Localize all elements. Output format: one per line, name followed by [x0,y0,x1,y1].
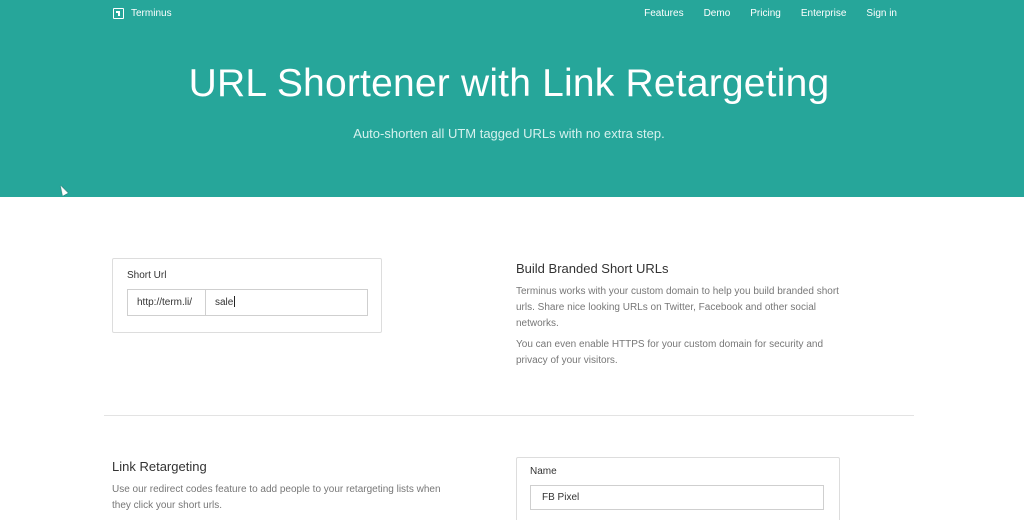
brand-logo[interactable]: Terminus [113,8,172,19]
text-caret [234,296,236,307]
terminus-logo-icon [113,8,124,19]
hero-title: URL Shortener with Link Retargeting [188,62,830,105]
top-nav: Terminus Features Demo Pricing Enterpris… [0,0,1024,28]
nav-links: Features Demo Pricing Enterprise Sign in [624,8,897,19]
pixel-name-label: Name [530,466,557,477]
short-url-input-group: http://term.li/ sale [127,289,368,316]
nav-link-demo[interactable]: Demo [704,8,731,19]
short-url-input-value: sale [215,297,234,308]
link-retargeting-title: Link Retargeting [112,459,207,474]
branded-urls-paragraph-2: You can even enable HTTPS for your custo… [516,339,824,366]
section-divider [104,415,914,416]
short-url-input[interactable]: sale [206,290,367,315]
short-url-prefix: http://term.li/ [128,290,206,315]
brand-name: Terminus [131,8,172,19]
branded-urls-title: Build Branded Short URLs [516,261,669,276]
hero-subtitle: Auto-shorten all UTM tagged URLs with no… [353,126,665,141]
short-url-label: Short Url [127,270,167,281]
nav-link-features[interactable]: Features [644,8,683,19]
branded-urls-paragraph-1: Terminus works with your custom domain t… [516,286,839,329]
link-retargeting-paragraph: Use our redirect codes feature to add pe… [112,484,441,511]
hero-banner: Terminus Features Demo Pricing Enterpris… [0,0,1024,197]
nav-link-pricing[interactable]: Pricing [750,8,781,19]
nav-link-enterprise[interactable]: Enterprise [801,8,847,19]
pixel-form-card: Name FB Pixel [516,457,840,520]
pixel-name-input[interactable]: FB Pixel [530,485,824,510]
nav-link-sign-in[interactable]: Sign in [866,8,897,19]
short-url-card: Short Url http://term.li/ sale [112,258,382,333]
